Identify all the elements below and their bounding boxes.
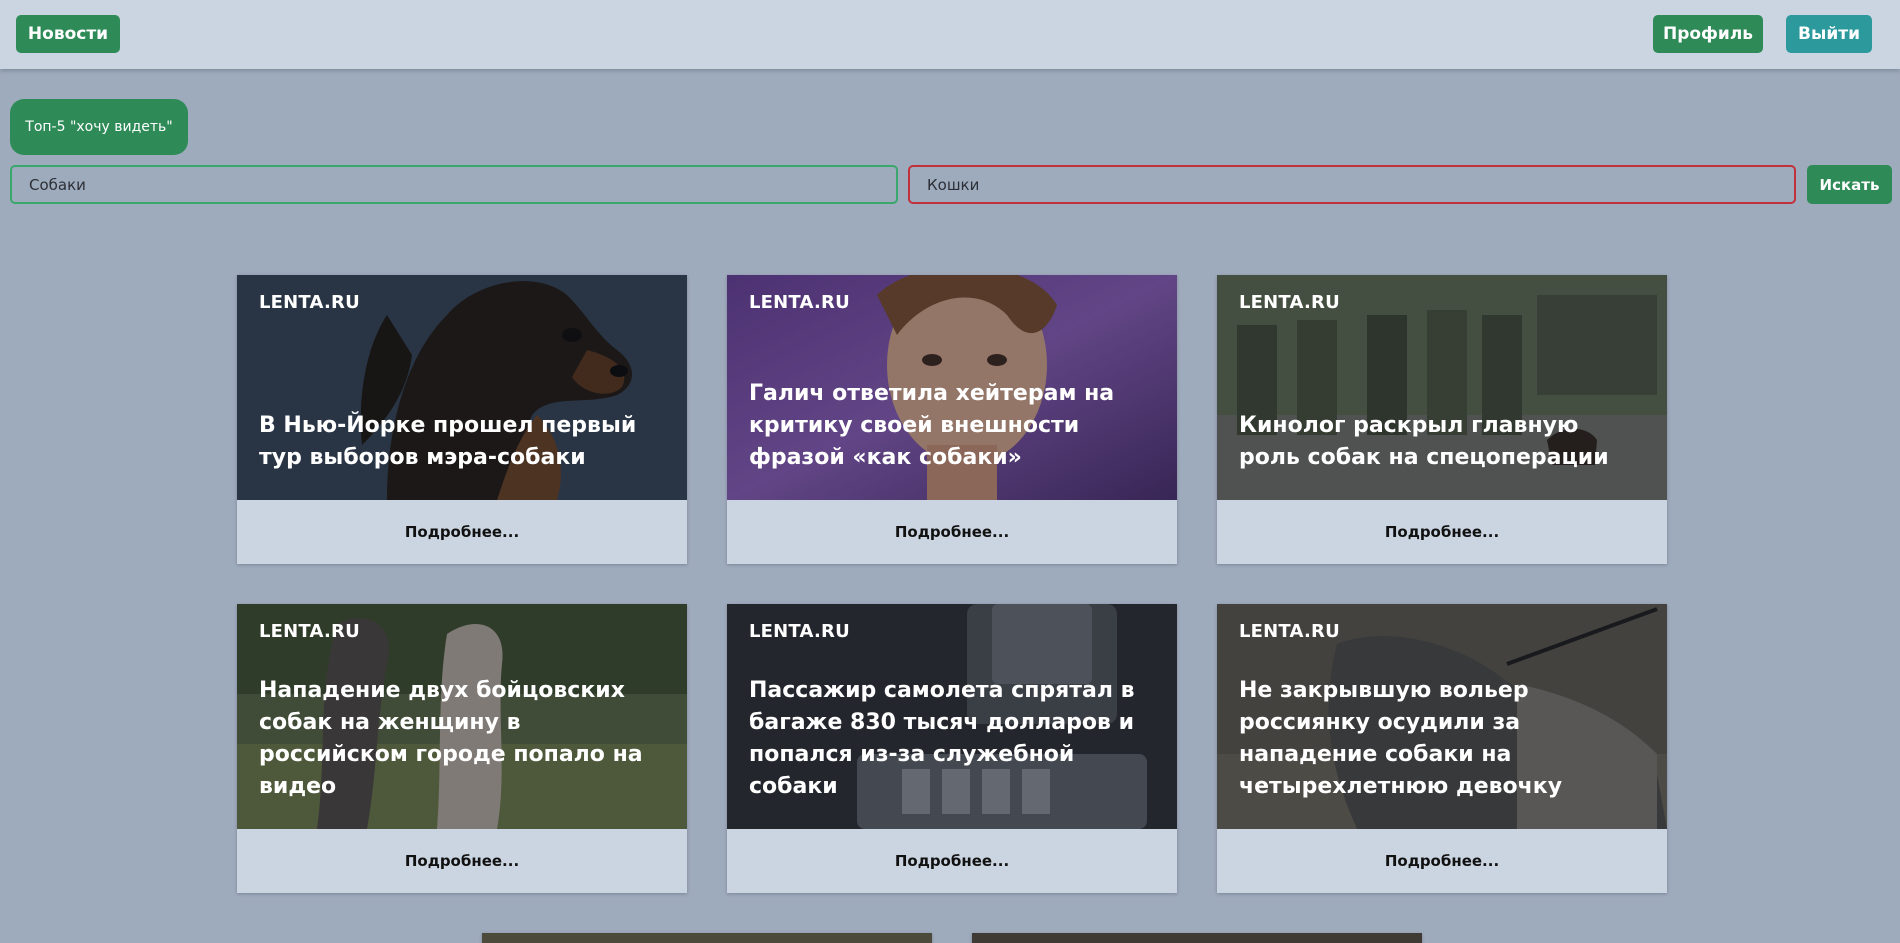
news-source-logo: LENTA.RU — [259, 621, 360, 642]
search-button[interactable]: Искать — [1807, 165, 1892, 204]
want-keyword-input[interactable] — [10, 165, 898, 204]
news-headline: В Нью-Йорке прошел первый тур выборов мэ… — [259, 413, 637, 470]
news-source-logo: LENTA.RU — [749, 621, 850, 642]
news-card-image[interactable]: LENTA.RU Пассажир самолета спрятал в баг… — [727, 604, 1177, 829]
news-headline: Кинолог раскрыл главную роль собак на сп… — [1239, 413, 1609, 470]
news-card: LENTA.RU Нападение двух бойцовских собак… — [237, 604, 687, 893]
news-headline: Галич ответила хейтерам на критику своей… — [749, 381, 1115, 470]
news-source-logo: LENTA.RU — [1239, 292, 1340, 313]
news-card: LENTA.RU Галич ответила хейтерам на крит… — [727, 275, 1177, 564]
news-card-image[interactable]: LENTA.RU Кинолог раскрыл главную роль со… — [1217, 275, 1667, 500]
more-link[interactable]: Подробнее... — [237, 829, 687, 893]
more-link[interactable]: Подробнее... — [727, 500, 1177, 564]
news-card — [972, 933, 1422, 943]
news-card-image[interactable]: LENTA.RU Галич ответила хейтерам на крит… — [727, 275, 1177, 500]
more-link[interactable]: Подробнее... — [727, 829, 1177, 893]
news-card-image[interactable]: LENTA.RU Не закрывшую вольер россиянку о… — [1217, 604, 1667, 829]
news-card-image[interactable] — [482, 933, 932, 943]
news-card: LENTA.RU Не закрывшую вольер россиянку о… — [1217, 604, 1667, 893]
news-source-logo: LENTA.RU — [259, 292, 360, 313]
news-card: LENTA.RU Кинолог раскрыл главную роль со… — [1217, 275, 1667, 564]
news-source-logo: LENTA.RU — [749, 292, 850, 313]
news-source-logo: LENTA.RU — [1239, 621, 1340, 642]
news-headline: Нападение двух бойцовских собак на женщи… — [259, 678, 643, 799]
news-card-image[interactable]: LENTA.RU В Нью-Йорке прошел первый тур в… — [237, 275, 687, 500]
top5-want-button[interactable]: Топ-5 "хочу видеть" — [10, 99, 188, 155]
news-card: LENTA.RU В Нью-Йорке прошел первый тур в… — [237, 275, 687, 564]
more-link[interactable]: Подробнее... — [1217, 829, 1667, 893]
more-link[interactable]: Подробнее... — [237, 500, 687, 564]
news-card-image[interactable] — [972, 933, 1422, 943]
news-card — [482, 933, 932, 943]
news-button[interactable]: Новости — [16, 15, 120, 53]
block-keyword-input[interactable] — [908, 165, 1796, 204]
news-headline: Не закрывшую вольер россиянку осудили за… — [1239, 678, 1563, 799]
news-card: LENTA.RU Пассажир самолета спрятал в баг… — [727, 604, 1177, 893]
top-navbar: Новости Профиль Выйти — [0, 0, 1900, 69]
logout-button[interactable]: Выйти — [1786, 15, 1872, 53]
more-link[interactable]: Подробнее... — [1217, 500, 1667, 564]
news-headline: Пассажир самолета спрятал в багаже 830 т… — [749, 678, 1135, 799]
news-card-image[interactable]: LENTA.RU Нападение двух бойцовских собак… — [237, 604, 687, 829]
profile-button[interactable]: Профиль — [1653, 15, 1763, 53]
